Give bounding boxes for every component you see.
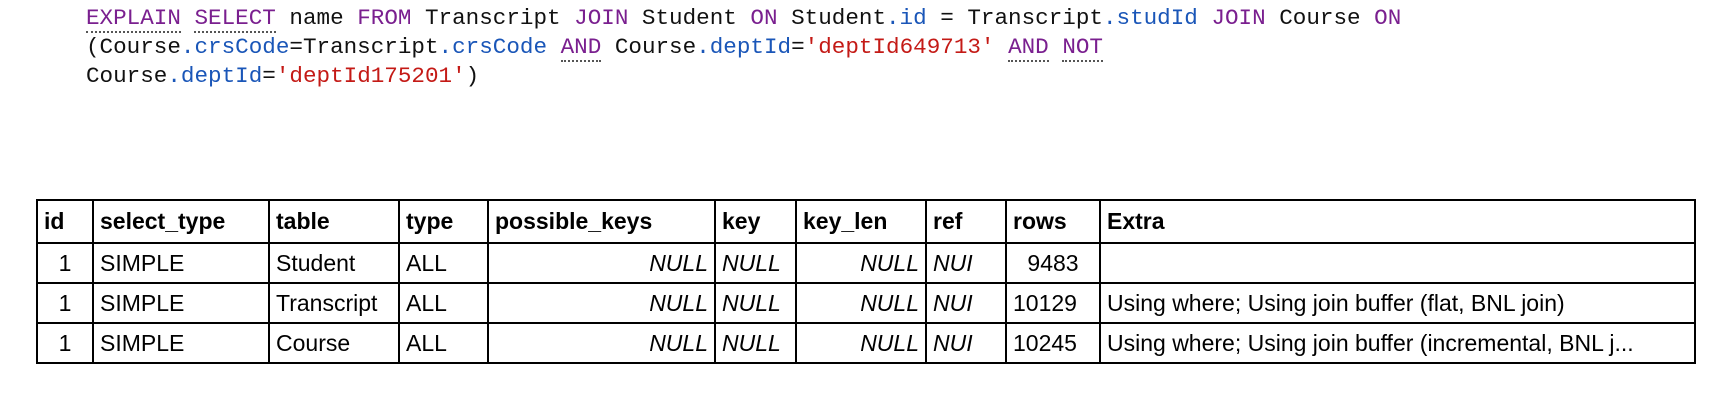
sql-text: Course — [1265, 5, 1375, 31]
sql-property: .crsCode — [180, 34, 290, 60]
sql-keyword: SELECT — [194, 5, 276, 33]
column-header-possible-keys: possible_keys — [487, 199, 716, 244]
sql-property: .studId — [1102, 5, 1198, 31]
sql-keyword: FROM — [357, 5, 412, 31]
cell-type: ALL — [398, 322, 489, 364]
cell-key-len: NULL — [795, 282, 927, 324]
column-header-id: id — [36, 199, 94, 244]
column-header-select-type: select_type — [92, 199, 270, 244]
sql-string: 'deptId649713' — [804, 34, 995, 60]
cell-type: ALL — [398, 242, 489, 284]
cell-id: 1 — [36, 242, 94, 284]
table-row: 1 SIMPLE Student ALL NULL NULL NULL NUI … — [36, 242, 1696, 284]
sql-text: Course — [86, 63, 168, 89]
sql-string: 'deptId175201' — [275, 63, 466, 89]
sql-line-3: Course.deptId='deptId175201') — [86, 62, 1686, 91]
cell-possible-keys: NULL — [487, 322, 716, 364]
sql-text: Student — [777, 5, 886, 31]
table-header-row: id select_type table type possible_keys … — [36, 199, 1696, 244]
sql-query: EXPLAIN SELECT name FROM Transcript JOIN… — [86, 4, 1686, 91]
cell-type: ALL — [398, 282, 489, 324]
cell-select-type: SIMPLE — [92, 322, 270, 364]
cell-key: NULL — [714, 282, 797, 324]
sql-text: =Transcript — [289, 34, 439, 60]
cell-ref: NUI — [925, 242, 1007, 284]
sql-property: .deptId — [696, 34, 792, 60]
column-header-key-len: key_len — [795, 199, 927, 244]
sql-keyword: JOIN — [574, 5, 629, 31]
sql-text: = — [262, 63, 276, 89]
sql-line-2: (Course.crsCode=Transcript.crsCode AND C… — [86, 33, 1686, 62]
sql-property: .id — [886, 5, 927, 31]
cell-rows: 10245 — [1005, 322, 1101, 364]
sql-keyword: NOT — [1062, 34, 1103, 62]
cell-key-len: NULL — [795, 242, 927, 284]
cell-ref: NUI — [925, 282, 1007, 324]
cell-possible-keys: NULL — [487, 282, 716, 324]
cell-key-len: NULL — [795, 322, 927, 364]
sql-text: Transcript — [411, 5, 575, 31]
cell-possible-keys: NULL — [487, 242, 716, 284]
sql-keyword: AND — [1008, 34, 1049, 62]
sql-text: = — [791, 34, 805, 60]
cell-select-type: SIMPLE — [92, 242, 270, 284]
column-header-table: table — [268, 199, 400, 244]
sql-property: .crsCode — [438, 34, 548, 60]
cell-rows: 10129 — [1005, 282, 1101, 324]
column-header-ref: ref — [925, 199, 1007, 244]
cell-id: 1 — [36, 322, 94, 364]
sql-text: (Course — [86, 34, 181, 60]
table-row: 1 SIMPLE Transcript ALL NULL NULL NULL N… — [36, 282, 1696, 324]
table-row: 1 SIMPLE Course ALL NULL NULL NULL NUI 1… — [36, 322, 1696, 364]
cell-table: Student — [268, 242, 400, 284]
sql-keyword: EXPLAIN — [86, 5, 181, 33]
column-header-extra: Extra — [1099, 199, 1696, 244]
sql-keyword: AND — [560, 34, 602, 62]
cell-extra: Using where; Using join buffer (incremen… — [1099, 322, 1696, 364]
sql-property: .deptId — [167, 63, 263, 89]
cell-id: 1 — [36, 282, 94, 324]
explain-result-table: id select_type table type possible_keys … — [36, 199, 1696, 364]
column-header-type: type — [398, 199, 489, 244]
cell-select-type: SIMPLE — [92, 282, 270, 324]
sql-text: name — [275, 5, 358, 31]
sql-text: = Transcript — [926, 5, 1103, 31]
cell-extra — [1099, 242, 1696, 284]
cell-table: Course — [268, 322, 400, 364]
sql-keyword: ON — [750, 5, 778, 31]
sql-text: Student — [628, 5, 751, 31]
cell-ref: NUI — [925, 322, 1007, 364]
sql-text: ) — [465, 63, 480, 89]
cell-key: NULL — [714, 322, 797, 364]
sql-text: Course — [601, 34, 697, 60]
column-header-rows: rows — [1005, 199, 1101, 244]
sql-keyword: ON — [1374, 5, 1402, 31]
cell-table: Transcript — [268, 282, 400, 324]
column-header-key: key — [714, 199, 797, 244]
cell-key: NULL — [714, 242, 797, 284]
sql-keyword: JOIN — [1211, 5, 1266, 31]
sql-line-1: EXPLAIN SELECT name FROM Transcript JOIN… — [86, 4, 1686, 33]
cell-rows: 9483 — [1005, 242, 1101, 284]
cell-extra: Using where; Using join buffer (flat, BN… — [1099, 282, 1696, 324]
